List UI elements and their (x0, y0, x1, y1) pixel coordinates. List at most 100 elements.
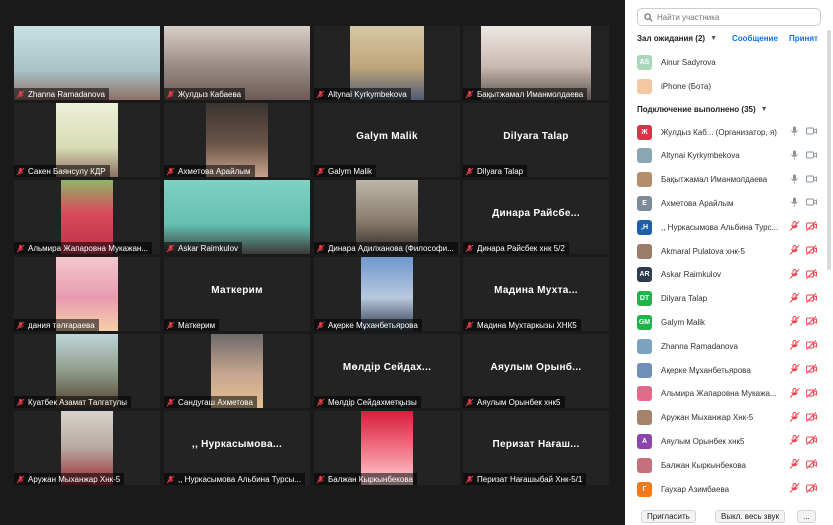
more-button[interactable]: ... (797, 510, 816, 523)
message-all-button[interactable]: Сообщение (732, 34, 778, 43)
participant-caption: Galym Malik (314, 165, 377, 177)
mic-muted-icon[interactable] (789, 409, 800, 427)
participant-tile[interactable]: Мөлдір Сейдах... Мөлдір Сейдахметқызы (314, 334, 460, 408)
participant-tile[interactable]: Мадина Мухта... Мадина Мухтаркызы ХНК5 (463, 257, 609, 331)
mic-icon[interactable] (789, 147, 800, 165)
participant-tile[interactable]: Динара Адилханова (Философи... (314, 180, 460, 254)
mic-muted-icon[interactable] (789, 480, 800, 498)
mic-muted-icon[interactable] (789, 385, 800, 403)
camera-icon[interactable] (806, 194, 817, 212)
participant-caption: Динара Райсбек хнк 5/2 (463, 242, 569, 254)
participant-tile[interactable]: Перизат Нағаш... Перизат Нағашыбай Хнк-5/… (463, 411, 609, 485)
camera-icon[interactable] (806, 171, 817, 189)
participant-row-name: Akmaral Pulatova хнк-5 (661, 246, 745, 256)
admit-all-button[interactable]: Принят (789, 34, 818, 43)
participant-tile[interactable]: Куатбек Азамат Талгатулы (14, 334, 160, 408)
search-box[interactable] (637, 8, 821, 26)
participant-row[interactable]: Altynai Kyrkymbekova (637, 145, 821, 167)
mic-muted-icon[interactable] (789, 456, 800, 474)
camera-off-icon[interactable] (806, 266, 817, 284)
connected-header[interactable]: Подключение выполнено (35) ▼ (637, 105, 768, 114)
invite-button[interactable]: Пригласить (641, 510, 696, 523)
mic-muted-icon (465, 90, 474, 99)
participant-tile[interactable]: Dilyara Talap Dilyara Talap (463, 103, 609, 177)
participant-tile[interactable]: Сакен Баянсулу КДР (14, 103, 160, 177)
mic-muted-icon (316, 244, 325, 253)
camera-off-icon[interactable] (806, 409, 817, 427)
participant-tile[interactable]: Балжан Кыркынбекова (314, 411, 460, 485)
mic-muted-icon[interactable] (789, 266, 800, 284)
participant-row[interactable]: Г Гаухар Азимбаева (637, 478, 821, 500)
participant-row[interactable]: Альмира Жапаровна Мукажа... (637, 383, 821, 405)
participant-tile[interactable]: дания тәлғараева (14, 257, 160, 331)
camera-off-icon[interactable] (806, 313, 817, 331)
participant-row[interactable]: Е Ахметова Арайлым (637, 192, 821, 214)
participants-panel: Зал ожидания (2) ▼ Сообщение Принят AS Ai… (625, 0, 833, 525)
camera-off-icon[interactable] (806, 385, 817, 403)
mic-icon[interactable] (789, 171, 800, 189)
participant-tile[interactable]: Askar Raimkulov (164, 180, 310, 254)
camera-icon[interactable] (806, 147, 817, 165)
participant-row[interactable]: ,Н ,, Нуркасымова Альбина Турс... (637, 216, 821, 238)
participant-caption: Бақытжамал Иманмолдаева (463, 88, 588, 100)
participant-tile[interactable]: Ақерке Мұханбетьярова (314, 257, 460, 331)
search-input[interactable] (657, 12, 807, 22)
participant-row-name: ,, Нуркасымова Альбина Турс... (661, 222, 779, 232)
camera-off-icon[interactable] (806, 480, 817, 498)
participant-tile[interactable]: Динара Райсбе... Динара Райсбек хнк 5/2 (463, 180, 609, 254)
camera-off-icon[interactable] (806, 290, 817, 308)
participant-tile[interactable]: Маткерим Маткерим (164, 257, 310, 331)
participant-tile[interactable]: Altynai Kyrkymbekova (314, 26, 460, 100)
video-gallery: Zhanna Ramadanova Жулдыз Кабаева Altynai K… (0, 0, 625, 525)
camera-off-icon[interactable] (806, 432, 817, 450)
participant-row[interactable]: Zhanna Ramadanova (637, 335, 821, 357)
participant-name: Бақытжамал Иманмолдаева (477, 90, 584, 99)
participant-row[interactable]: Бақытжамал Иманмолдаева (637, 169, 821, 191)
participant-tile[interactable]: Zhanna Ramadanova (14, 26, 160, 100)
participant-row[interactable]: Аружан Мыханжар Хнк-5 (637, 407, 821, 429)
mic-muted-icon[interactable] (789, 290, 800, 308)
mic-muted-icon[interactable] (789, 218, 800, 236)
participant-caption: Сандугаш Ахметова (164, 396, 257, 408)
mic-icon[interactable] (789, 123, 800, 141)
camera-off-icon[interactable] (806, 218, 817, 236)
participant-tile[interactable]: Аружан Мыханжар Хнк-5 (14, 411, 160, 485)
media-status (789, 361, 817, 379)
participant-row[interactable]: Akmaral Pulatova хнк-5 (637, 240, 821, 262)
camera-off-icon[interactable] (806, 242, 817, 260)
camera-off-icon[interactable] (806, 361, 817, 379)
participant-tile[interactable]: Бақытжамал Иманмолдаева (463, 26, 609, 100)
participant-tile[interactable]: Сандугаш Ахметова (164, 334, 310, 408)
camera-off-icon[interactable] (806, 456, 817, 474)
mic-muted-icon[interactable] (789, 337, 800, 355)
participant-row[interactable]: А Аяулым Орынбек хнк5 (637, 430, 821, 452)
participant-row-name: Ақерке Мұханбетьярова (661, 365, 751, 375)
participant-row[interactable]: AS Ainur Sadyrova (637, 51, 821, 73)
media-status (789, 385, 817, 403)
participant-row[interactable]: iPhone (Бота) (637, 75, 821, 97)
mic-muted-icon[interactable] (789, 432, 800, 450)
mic-muted-icon[interactable] (789, 242, 800, 260)
scrollbar[interactable] (827, 30, 831, 270)
participant-tile[interactable]: Ахметова Арайлым (164, 103, 310, 177)
participant-row[interactable]: DT Dilyara Talap (637, 288, 821, 310)
participant-tile[interactable]: Альмира Жапаровна Мукажан... (14, 180, 160, 254)
participant-row[interactable]: Балжан Кыркынбекова (637, 454, 821, 476)
participant-tile[interactable]: ,, Нуркасымова... ,, Нуркасымова Альбина … (164, 411, 310, 485)
participant-row[interactable]: AR Askar Raimkulov (637, 264, 821, 286)
participant-caption: Альмира Жапаровна Мукажан... (14, 242, 152, 254)
camera-icon[interactable] (806, 123, 817, 141)
mute-all-button[interactable]: Выкл. весь звук (715, 510, 786, 523)
participant-row[interactable]: Ж Жулдыз Каб... (Организатор, я) (637, 121, 821, 143)
participant-row[interactable]: Ақерке Мұханбетьярова (637, 359, 821, 381)
participant-tile[interactable]: Galym Malik Galym Malik (314, 103, 460, 177)
mic-icon[interactable] (789, 194, 800, 212)
camera-off-icon[interactable] (806, 337, 817, 355)
mic-muted-icon[interactable] (789, 361, 800, 379)
participant-tile[interactable]: Жулдыз Кабаева (164, 26, 310, 100)
media-status (789, 432, 817, 450)
participant-tile[interactable]: Аяулым Орынб... Аяулым Орынбек хнк5 (463, 334, 609, 408)
waiting-room-header[interactable]: Зал ожидания (2) ▼ (637, 34, 717, 43)
participant-row[interactable]: GM Galym Malik (637, 311, 821, 333)
mic-muted-icon[interactable] (789, 313, 800, 331)
